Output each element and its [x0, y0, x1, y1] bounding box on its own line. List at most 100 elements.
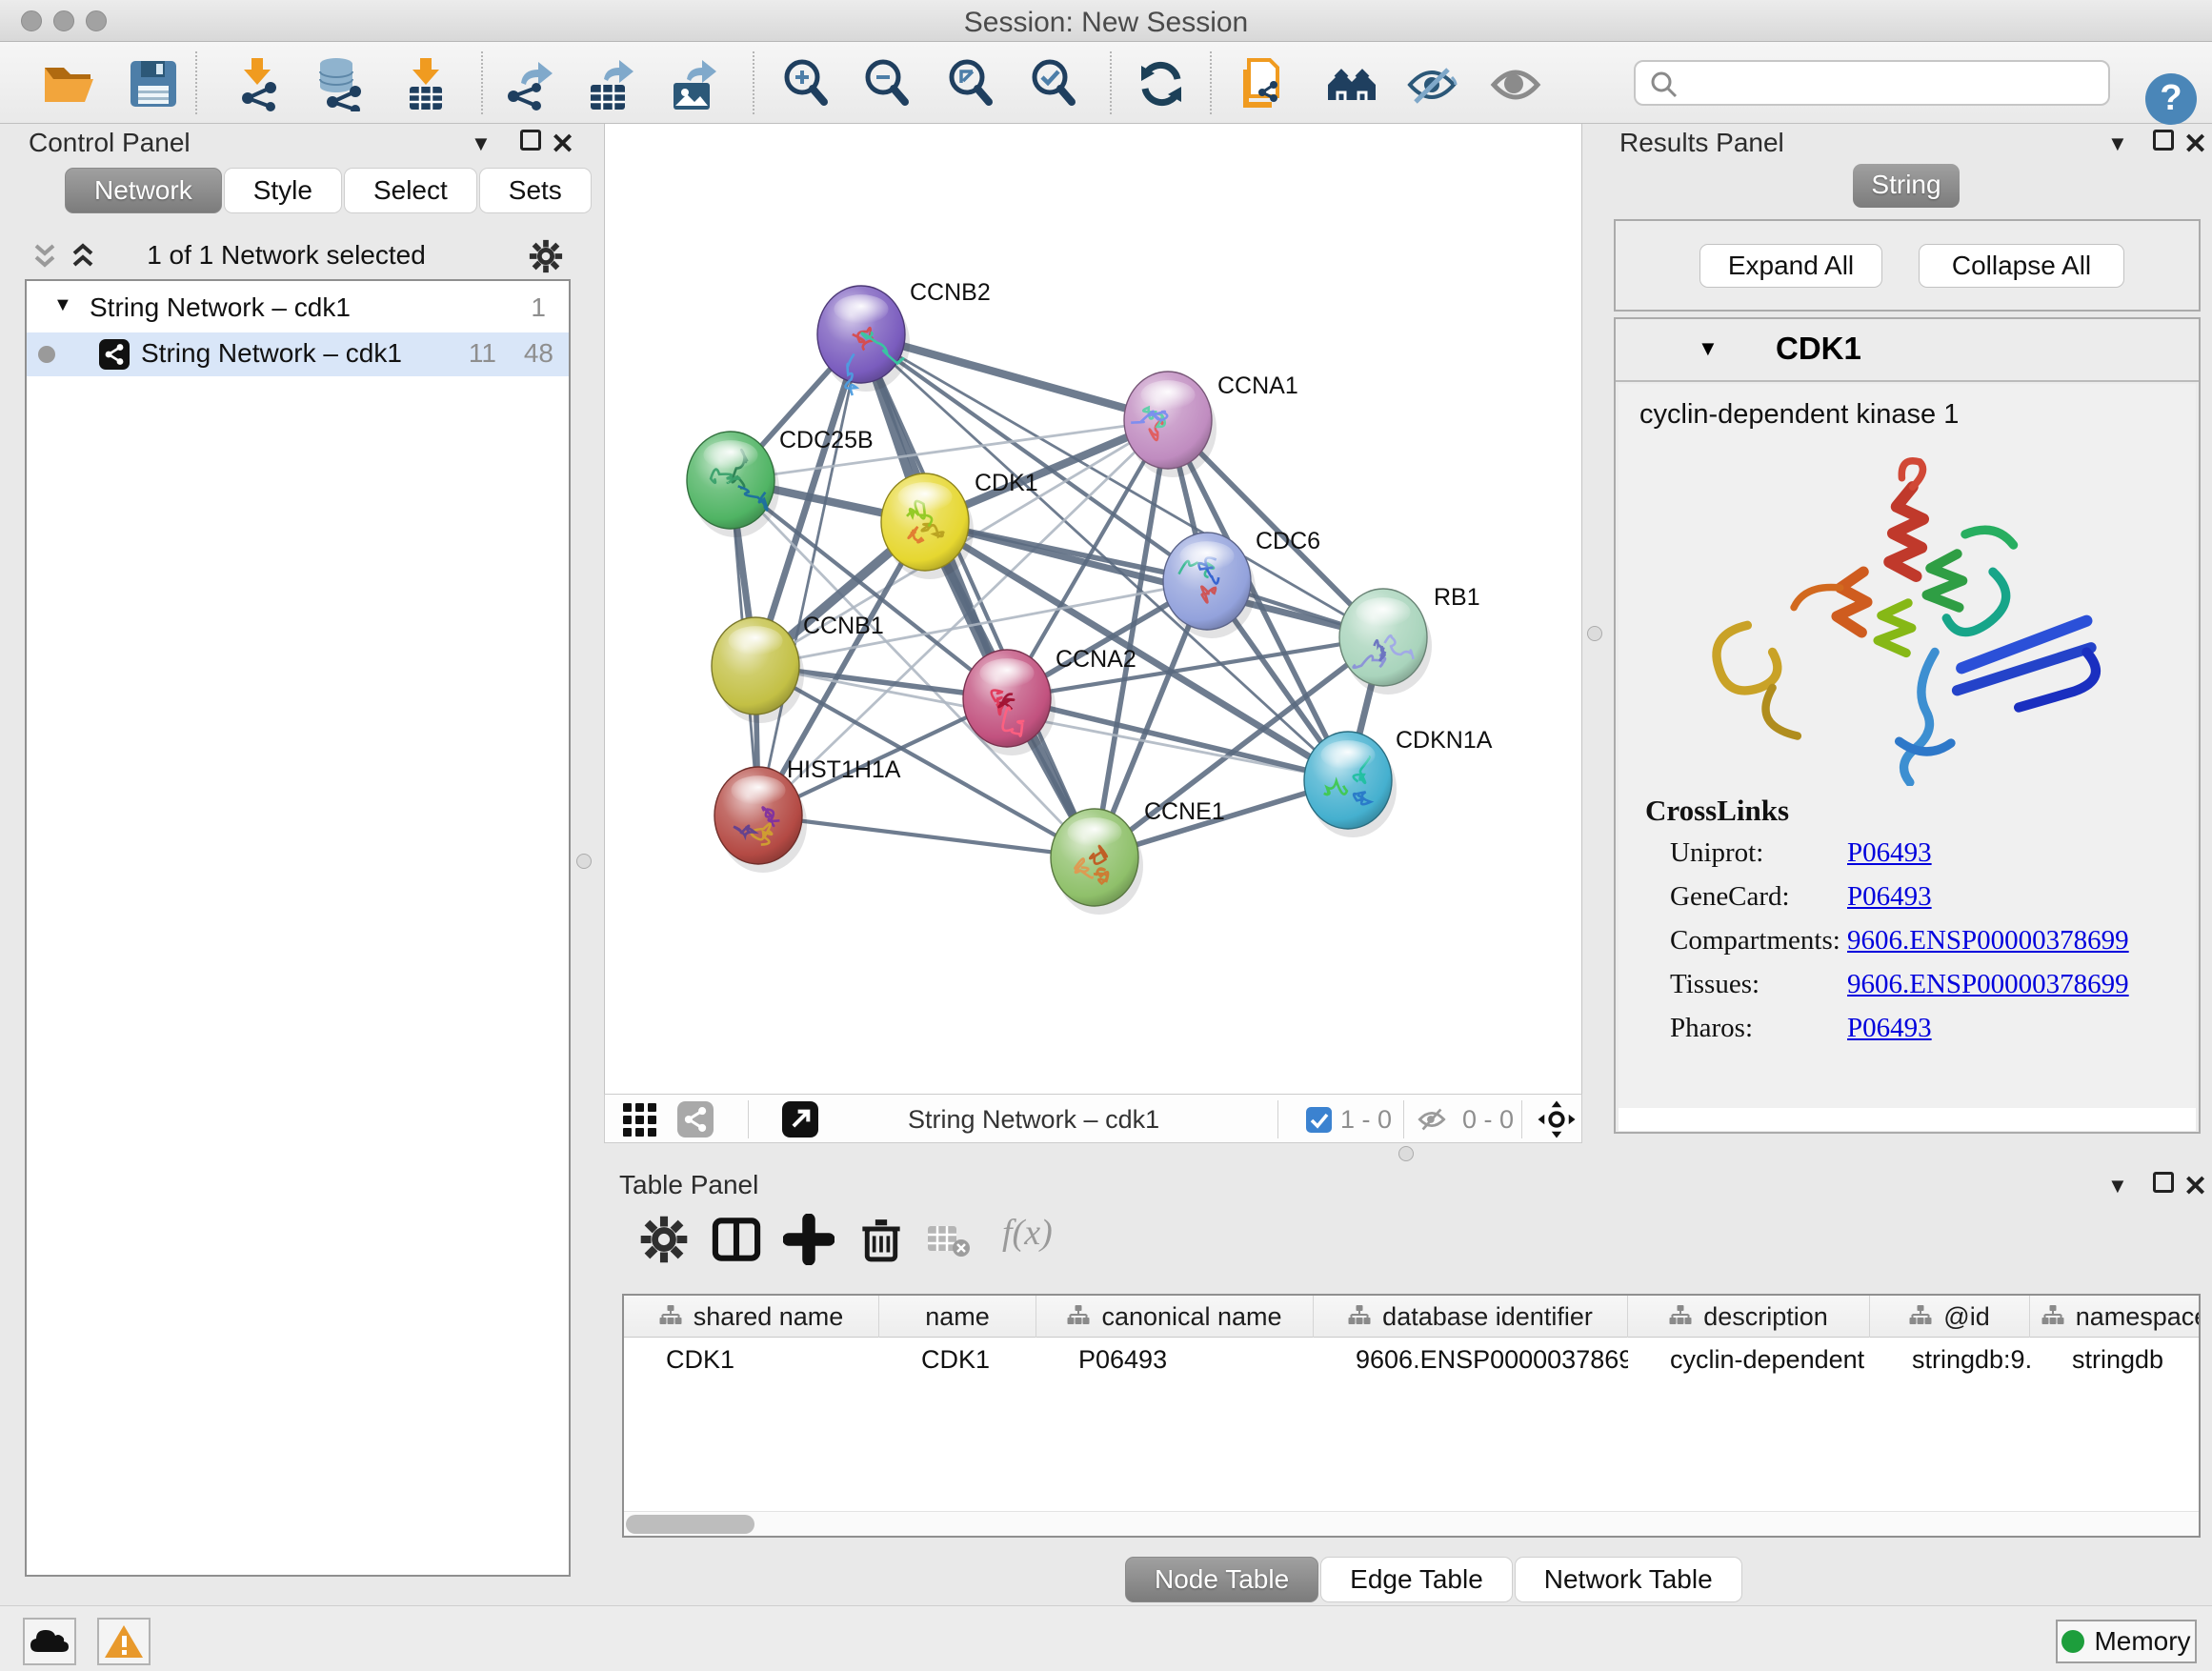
cloud-button[interactable]: [23, 1618, 76, 1665]
crosslink-link[interactable]: 9606.ENSP00000378699: [1847, 969, 2129, 1000]
network-node-CDKN1A[interactable]: [1304, 732, 1397, 837]
right-splitter-handle[interactable]: [1587, 626, 1602, 641]
network-node-CCNA1[interactable]: [1124, 372, 1217, 477]
column-header-@id[interactable]: @id: [1870, 1296, 2030, 1338]
collection-expand-caret-icon[interactable]: ▼: [53, 294, 72, 316]
table-panel-float-icon[interactable]: ▼: [2107, 1170, 2128, 1199]
show-columns-icon[interactable]: [711, 1214, 762, 1265]
control-panel-float-icon[interactable]: ▼: [471, 128, 492, 157]
results-panel-float-icon[interactable]: ▼: [2107, 128, 2128, 157]
crosslink-link[interactable]: P06493: [1847, 837, 1932, 869]
clone-network-icon[interactable]: [1236, 56, 1291, 111]
horizontal-splitter-handle[interactable]: [1398, 1146, 1414, 1161]
network-edge-HIST1H1A-CCNE1[interactable]: [758, 815, 1095, 857]
column-header-shared-name[interactable]: shared name: [624, 1296, 879, 1338]
toolbar-separator: [1210, 51, 1212, 114]
import-table-icon[interactable]: [398, 56, 453, 111]
column-header-canonical-name[interactable]: canonical name: [1036, 1296, 1314, 1338]
table-cell[interactable]: cyclin-dependent ...: [1628, 1338, 1870, 1381]
show-all-eye-icon[interactable]: [1488, 56, 1543, 111]
hidden-eye-slash-icon[interactable]: [1417, 1106, 1447, 1133]
table-options-gear-icon[interactable]: [638, 1214, 690, 1265]
results-panel-close-icon[interactable]: ✕: [2183, 128, 2207, 161]
network-node-CCNE1[interactable]: [1051, 809, 1143, 915]
table-panel-close-icon[interactable]: ✕: [2183, 1170, 2207, 1203]
import-network-database-icon[interactable]: [312, 56, 367, 111]
export-table-icon[interactable]: [583, 56, 638, 111]
protein-card-header[interactable]: ▼ CDK1: [1616, 319, 2199, 382]
expand-all-button[interactable]: Expand All: [1699, 244, 1882, 288]
table-row[interactable]: CDK1CDK1P064939606.ENSP00000378699cyclin…: [624, 1338, 2201, 1381]
detach-view-icon[interactable]: [782, 1101, 818, 1137]
collapse-all-button[interactable]: Collapse All: [1919, 244, 2124, 288]
tab-style[interactable]: Style: [224, 168, 342, 213]
help-icon[interactable]: ?: [2145, 73, 2197, 125]
export-network-icon[interactable]: [502, 56, 557, 111]
column-header-database-identifier[interactable]: database identifier: [1314, 1296, 1628, 1338]
tab-node-table[interactable]: Node Table: [1125, 1557, 1318, 1602]
table-cell[interactable]: CDK1: [879, 1338, 1036, 1381]
window-title: Session: New Session: [0, 7, 2212, 39]
zoom-fit-icon[interactable]: [943, 56, 998, 111]
column-header-name[interactable]: name: [879, 1296, 1036, 1338]
network-view-canvas[interactable]: CCNB2CCNA1CDC25BCDK1CDC6RB1CCNB1CCNA2CDK…: [604, 124, 1582, 1094]
grid-view-icon[interactable]: [622, 1102, 658, 1137]
tab-edge-table[interactable]: Edge Table: [1320, 1557, 1513, 1602]
protein-card-scroll-strip[interactable]: [1619, 1108, 2196, 1131]
tab-network[interactable]: Network: [65, 168, 222, 213]
save-session-icon[interactable]: [126, 56, 181, 111]
delete-column-icon[interactable]: [855, 1214, 907, 1265]
network-node-CCNA2[interactable]: [963, 650, 1056, 755]
crosslink-link[interactable]: P06493: [1847, 881, 1932, 913]
table-cell[interactable]: stringdb: [2030, 1338, 2201, 1381]
table-cell[interactable]: 9606.ENSP00000378699: [1314, 1338, 1628, 1381]
selected-checkbox-icon[interactable]: [1306, 1107, 1332, 1133]
zoom-selected-icon[interactable]: [1026, 56, 1081, 111]
crosslink-link[interactable]: 9606.ENSP00000378699: [1847, 925, 2129, 956]
network-node-RB1[interactable]: [1339, 589, 1432, 695]
network-graph[interactable]: CCNB2CCNA1CDC25BCDK1CDC6RB1CCNB1CCNA2CDK…: [605, 124, 1581, 1092]
control-panel-close-icon[interactable]: ✕: [551, 128, 574, 161]
network-collection-row[interactable]: ▼ String Network – cdk1 1: [27, 287, 569, 331]
protein-collapse-caret-icon[interactable]: ▼: [1698, 336, 1719, 361]
node-label-CCNE1: CCNE1: [1144, 798, 1225, 825]
column-header-description[interactable]: description: [1628, 1296, 1870, 1338]
control-panel-maximize-icon[interactable]: [520, 128, 541, 157]
network-node-CDK1[interactable]: [881, 473, 974, 579]
home-icon[interactable]: [1324, 56, 1379, 111]
network-edge-CCNB2-HIST1H1A[interactable]: [758, 334, 861, 815]
tab-string[interactable]: String: [1853, 164, 1960, 208]
tab-select[interactable]: Select: [344, 168, 477, 213]
refresh-icon[interactable]: [1134, 56, 1189, 111]
memory-button[interactable]: Memory: [2056, 1620, 2197, 1663]
zoom-in-icon[interactable]: [778, 56, 834, 111]
column-header-label: @id: [1943, 1302, 1989, 1332]
table-panel-maximize-icon[interactable]: [2153, 1170, 2174, 1199]
left-splitter-handle[interactable]: [576, 854, 592, 869]
add-column-icon[interactable]: [783, 1214, 835, 1265]
export-image-icon[interactable]: [666, 56, 721, 111]
network-node-CCNB2[interactable]: [817, 286, 910, 395]
table-cell[interactable]: P06493: [1036, 1338, 1314, 1381]
open-session-icon[interactable]: [40, 56, 95, 111]
statusbar-separator: [748, 1100, 749, 1138]
tab-network-table[interactable]: Network Table: [1515, 1557, 1742, 1602]
column-header-namespace[interactable]: namespace: [2030, 1296, 2201, 1338]
table-cell[interactable]: CDK1: [624, 1338, 879, 1381]
results-panel-maximize-icon[interactable]: [2153, 128, 2174, 157]
network-row[interactable]: String Network – cdk1 11 48: [27, 332, 569, 376]
table-hscrollbar-thumb[interactable]: [626, 1515, 754, 1534]
zoom-out-icon[interactable]: [859, 56, 915, 111]
hide-selected-eye-slash-icon[interactable]: [1404, 56, 1459, 111]
table-cell[interactable]: stringdb:9...: [1870, 1338, 2030, 1381]
search-input[interactable]: [1689, 64, 2099, 102]
crosslink-link[interactable]: P06493: [1847, 1013, 1932, 1044]
table-hscrollbar[interactable]: [624, 1511, 2199, 1536]
warning-button[interactable]: [97, 1618, 151, 1665]
network-node-CDC25B[interactable]: [687, 432, 779, 537]
tab-sets[interactable]: Sets: [479, 168, 592, 213]
share-view-icon[interactable]: [677, 1101, 714, 1137]
import-network-file-icon[interactable]: [231, 56, 286, 111]
network-options-gear-icon[interactable]: [528, 238, 564, 274]
fit-content-crosshair-icon[interactable]: [1537, 1099, 1577, 1139]
